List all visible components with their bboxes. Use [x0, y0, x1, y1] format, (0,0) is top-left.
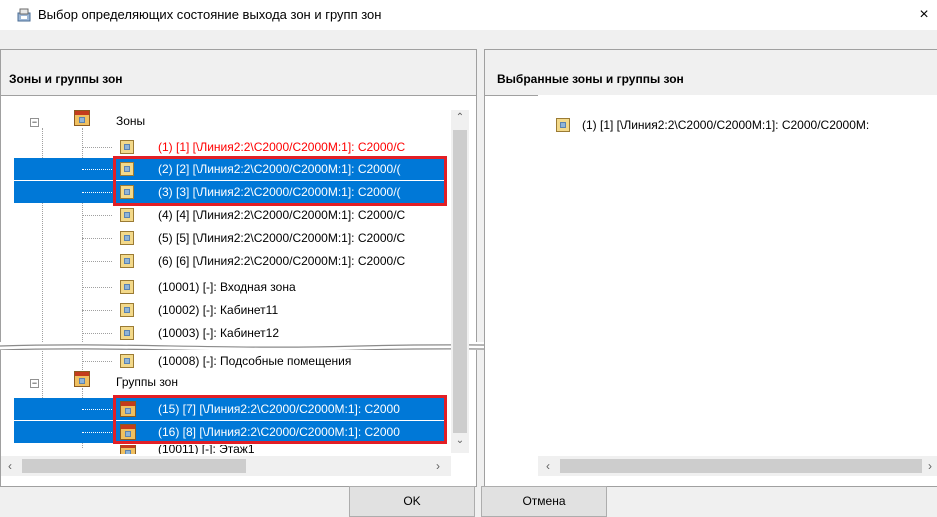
zone-groups-folder-icon — [74, 371, 90, 387]
close-button[interactable]: × — [912, 3, 936, 27]
tree-item-label: (4) [4] [\Линия2:2\С2000/С2000М:1]: С200… — [158, 208, 406, 222]
collapse-toggle[interactable]: − — [30, 118, 39, 127]
scroll-right-arrow[interactable]: › — [430, 459, 446, 473]
window-title: Выбор определяющих состояние выхода зон … — [38, 7, 382, 22]
panel-header: Зоны и группы зон — [1, 50, 476, 96]
zone-icon — [120, 280, 134, 294]
tree-line — [82, 238, 112, 239]
tree-line — [82, 409, 112, 410]
tree-line — [82, 287, 112, 288]
tree-line — [82, 310, 112, 311]
panel-title: Зоны и группы зон — [9, 72, 123, 86]
tree-item-label: (6) [6] [\Линия2:2\С2000/С2000М:1]: С200… — [158, 254, 406, 268]
tree-line — [82, 147, 112, 148]
scroll-right-arrow[interactable]: › — [924, 459, 936, 473]
tree-line — [82, 432, 112, 433]
group-icon — [120, 445, 136, 454]
tree-item[interactable]: (6) [6] [\Линия2:2\С2000/С2000М:1]: С200… — [82, 250, 446, 272]
tree-item-label: (10002) [-]: Кабинет11 — [158, 303, 279, 317]
tree-line — [82, 261, 112, 262]
tree-line — [82, 192, 112, 193]
zone-icon — [120, 208, 134, 222]
tree-item[interactable]: (4) [4] [\Линия2:2\С2000/С2000М:1]: С200… — [82, 204, 446, 226]
tree-item[interactable]: (10011) [-]: Этаж1 — [82, 445, 446, 454]
window-icon — [17, 8, 31, 22]
scroll-left-arrow[interactable]: ‹ — [540, 459, 556, 473]
list-item[interactable]: (1) [1] [\Линия2:2\С2000/С2000М:1]: С200… — [556, 114, 937, 136]
scroll-up-arrow[interactable]: ⌃ — [451, 112, 469, 128]
tree-line — [82, 361, 112, 362]
tree-line — [82, 333, 112, 334]
tree-node-label: Группы зон — [116, 375, 178, 389]
panel-title: Выбранные зоны и группы зон — [497, 72, 684, 86]
ok-button[interactable]: OK — [349, 486, 475, 517]
selection-highlight-box — [113, 156, 447, 206]
zone-icon — [120, 231, 134, 245]
zone-icon — [120, 326, 134, 340]
scrollbar-thumb[interactable] — [22, 459, 246, 473]
zones-folder-icon — [74, 110, 90, 126]
panel-header: Выбранные зоны и группы зон — [485, 50, 937, 96]
tree-item[interactable]: (10003) [-]: Кабинет12 — [82, 322, 446, 340]
tree-item[interactable]: (10008) [-]: Подсобные помещения — [82, 350, 446, 372]
tree-line — [82, 215, 112, 216]
zone-icon — [556, 118, 570, 132]
tree-node-label: Зоны — [116, 114, 146, 128]
tree-item[interactable]: (10002) [-]: Кабинет11 — [82, 299, 446, 321]
tree-line — [82, 169, 112, 170]
scroll-down-arrow[interactable]: ⌄ — [451, 435, 469, 451]
scrollbar-thumb[interactable] — [453, 130, 467, 433]
tree-item-label: (10003) [-]: Кабинет12 — [158, 326, 280, 340]
tree-item-label: (5) [5] [\Линия2:2\С2000/С2000М:1]: С200… — [158, 231, 406, 245]
zone-icon — [120, 303, 134, 317]
tree-item[interactable]: (1) [1] [\Линия2:2\С2000/С2000М:1]: С200… — [82, 136, 446, 158]
cancel-button[interactable]: Отмена — [481, 486, 607, 517]
list-item-label: (1) [1] [\Линия2:2\С2000/С2000М:1]: С200… — [582, 118, 870, 132]
zone-icon — [120, 140, 134, 154]
zone-icon — [120, 254, 134, 268]
tree-item-label: (10001) [-]: Входная зона — [158, 280, 296, 294]
tree-item[interactable]: (5) [5] [\Линия2:2\С2000/С2000М:1]: С200… — [82, 227, 446, 249]
selected-list — [538, 95, 937, 455]
tree-item-label: (1) [1] [\Линия2:2\С2000/С2000М:1]: С200… — [158, 140, 406, 154]
tree-item[interactable]: (10001) [-]: Входная зона — [82, 276, 446, 298]
scrollbar-thumb[interactable] — [560, 459, 922, 473]
zone-icon — [120, 354, 134, 368]
tree-item-label: (10008) [-]: Подсобные помещения — [158, 354, 352, 368]
tree-item-label: (10011) [-]: Этаж1 — [158, 445, 255, 454]
collapse-toggle[interactable]: − — [30, 379, 39, 388]
selection-highlight-box — [113, 395, 447, 444]
scroll-left-arrow[interactable]: ‹ — [2, 459, 18, 473]
